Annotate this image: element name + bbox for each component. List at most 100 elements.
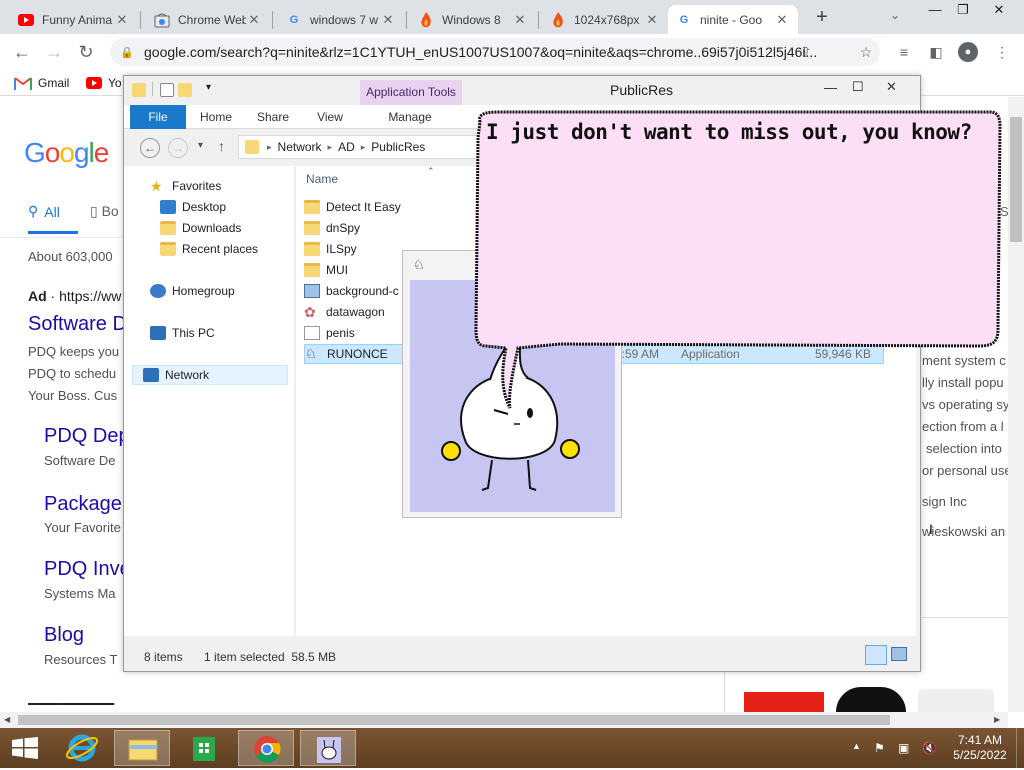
- nav-this-pc[interactable]: This PC: [150, 323, 215, 343]
- menu-icon[interactable]: ⋮: [992, 42, 1012, 62]
- youtube-icon: [86, 77, 102, 89]
- nav-network[interactable]: Network: [132, 365, 288, 385]
- volume-muted-icon[interactable]: 🔇: [922, 741, 937, 755]
- taskbar-file-explorer[interactable]: [114, 730, 170, 766]
- close-icon[interactable]: ✕: [886, 79, 897, 95]
- ribbon-tab-file[interactable]: File: [130, 105, 186, 129]
- close-tab-icon[interactable]: ✕: [774, 12, 790, 28]
- nav-homegroup[interactable]: Homegroup: [150, 281, 235, 301]
- close-tab-icon[interactable]: ✕: [644, 12, 660, 28]
- url-text[interactable]: google.com/search?q=ninite&rlz=1C1YTUH_e…: [144, 44, 880, 60]
- forward-icon[interactable]: →: [42, 40, 66, 64]
- nav-recent-places[interactable]: Recent places: [160, 239, 258, 259]
- taskbar-store[interactable]: [176, 730, 232, 766]
- breadcrumb-item[interactable]: PublicRes: [371, 140, 425, 154]
- breadcrumb-item[interactable]: Network: [278, 140, 322, 154]
- sitelink-title[interactable]: Blog: [44, 624, 84, 647]
- show-hidden-icons[interactable]: ▲: [852, 741, 861, 751]
- large-icons-view-icon[interactable]: [891, 647, 907, 661]
- flame-icon: [550, 11, 566, 28]
- scroll-thumb[interactable]: [1010, 117, 1022, 242]
- network-icon[interactable]: ▣: [898, 741, 909, 755]
- sitelink-title[interactable]: PDQ Inve: [44, 558, 131, 581]
- restore-icon[interactable]: ❐: [946, 0, 980, 22]
- close-tab-icon[interactable]: ✕: [512, 12, 528, 28]
- ribbon-tab-manage[interactable]: Manage: [380, 105, 440, 129]
- browser-tab[interactable]: Funny Anima ✕: [10, 5, 138, 34]
- nav-downloads[interactable]: Downloads: [160, 218, 241, 238]
- browser-tab[interactable]: Windows 8 ✕: [410, 5, 536, 34]
- minimize-icon[interactable]: —: [824, 80, 837, 95]
- speech-bubble-text: I just don't want to miss out, you know?: [486, 120, 972, 144]
- close-tab-icon[interactable]: ✕: [380, 12, 396, 28]
- show-desktop-button[interactable]: [1016, 728, 1017, 768]
- taskbar-clock[interactable]: 7:41 AM 5/25/2022: [950, 733, 1010, 763]
- tab-search-icon[interactable]: ⌄: [890, 8, 900, 22]
- browser-toolbar: ← → ↻ 🔒 google.com/search?q=ninite&rlz=1…: [0, 34, 1024, 70]
- column-header-name[interactable]: Name: [306, 172, 338, 186]
- thumbnail-image[interactable]: [744, 692, 824, 712]
- customize-qat-icon[interactable]: ▾: [206, 82, 211, 93]
- reload-icon[interactable]: ↻: [74, 40, 98, 64]
- close-tab-icon[interactable]: ✕: [114, 12, 130, 28]
- maximize-icon[interactable]: ☐: [852, 79, 864, 95]
- bookmark-gmail[interactable]: Gmail: [14, 76, 69, 90]
- up-icon[interactable]: ↑: [218, 138, 225, 154]
- about-text-clipped: ▔▔▔▔▔▔▔▔: [28, 703, 115, 712]
- ribbon-tab-share[interactable]: Share: [250, 105, 296, 129]
- bookmark-youtube[interactable]: Yo: [86, 76, 122, 90]
- taskbar-bunny-app[interactable]: [300, 730, 356, 766]
- bookmark-star-icon[interactable]: ☆: [856, 42, 876, 62]
- browser-tab[interactable]: Chrome Web ✕: [146, 5, 270, 34]
- share-icon[interactable]: ⇪: [796, 42, 816, 62]
- ribbon-tab-home[interactable]: Home: [194, 105, 238, 129]
- search-tab-books[interactable]: ▯ Bo: [90, 203, 119, 220]
- network-icon: [143, 368, 159, 382]
- horizontal-scrollbar[interactable]: ◀ ▶: [0, 712, 1008, 728]
- windows-taskbar: ▲ ⚑ ▣ 🔇 7:41 AM 5/25/2022: [0, 728, 1024, 768]
- browser-tab[interactable]: 1024x768px ✕: [542, 5, 668, 34]
- sitelink-desc: Software De: [44, 453, 116, 468]
- taskbar-internet-explorer[interactable]: [54, 730, 110, 766]
- action-center-flag-icon[interactable]: ⚑: [874, 741, 885, 755]
- thumbnail-image[interactable]: [836, 687, 906, 712]
- clock-date: 5/25/2022: [953, 748, 1007, 762]
- nav-favorites[interactable]: ★ Favorites: [150, 176, 221, 196]
- ad-desc: Your Boss. Cus: [28, 388, 118, 403]
- address-bar[interactable]: 🔒 google.com/search?q=ninite&rlz=1C1YTUH…: [110, 38, 880, 66]
- explorer-title-bar[interactable]: ▾ Application Tools PublicRes — ☐ ✕: [124, 76, 920, 105]
- start-button[interactable]: [12, 737, 38, 762]
- folder-icon: [304, 221, 320, 235]
- ad-title-link[interactable]: Software D: [28, 313, 127, 336]
- search-tab-all[interactable]: ⚲ All: [28, 203, 60, 220]
- youtube-icon: [18, 12, 34, 28]
- properties-icon[interactable]: [160, 83, 174, 97]
- sitelink-title[interactable]: PDQ Dep: [44, 425, 130, 448]
- bunny-app-icon: [317, 737, 341, 763]
- details-view-icon[interactable]: [865, 645, 887, 665]
- side-panel-icon[interactable]: ◧: [926, 42, 946, 62]
- browser-tab[interactable]: G windows 7 w ✕: [278, 5, 404, 34]
- close-window-icon[interactable]: ✕: [982, 0, 1016, 22]
- new-folder-icon[interactable]: [178, 83, 192, 97]
- recent-places-icon: [160, 242, 176, 256]
- taskbar-chrome[interactable]: [238, 730, 294, 766]
- back-icon[interactable]: ←: [10, 40, 34, 64]
- nav-desktop[interactable]: Desktop: [160, 197, 226, 217]
- internet-explorer-icon: [65, 734, 99, 762]
- google-logo[interactable]: Google: [24, 137, 109, 169]
- new-tab-button[interactable]: +: [810, 6, 834, 30]
- profile-avatar-icon[interactable]: ●: [958, 42, 978, 62]
- media-control-icon[interactable]: ≡: [894, 42, 914, 62]
- browser-tab-active[interactable]: G ninite - Goo ✕: [668, 5, 798, 34]
- close-tab-icon[interactable]: ✕: [246, 12, 262, 28]
- sitelink-title[interactable]: Package: [44, 493, 122, 516]
- recent-locations-icon[interactable]: ▾: [198, 140, 203, 151]
- thumbnail-image[interactable]: [918, 689, 994, 712]
- vertical-scrollbar[interactable]: [1008, 97, 1024, 712]
- ribbon-tab-view[interactable]: View: [308, 105, 352, 129]
- back-icon[interactable]: ←: [140, 138, 160, 158]
- breadcrumb-item[interactable]: AD: [338, 140, 355, 154]
- forward-icon[interactable]: →: [168, 138, 188, 158]
- scroll-thumb[interactable]: [18, 715, 890, 725]
